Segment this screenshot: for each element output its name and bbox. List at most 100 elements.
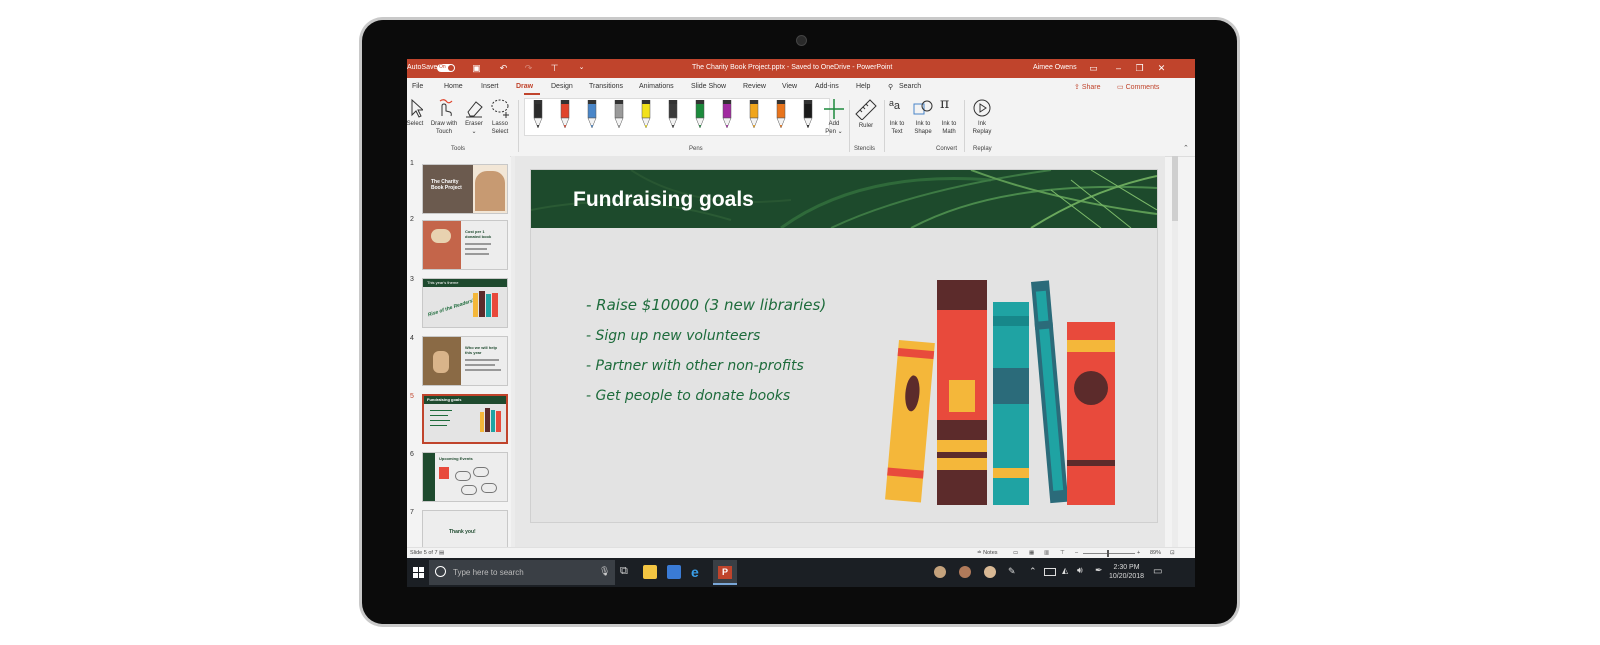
volume-icon[interactable]: 🔊︎	[1077, 565, 1083, 576]
slide-thumbnail-2[interactable]: Cost per 1 donated book	[422, 220, 508, 270]
add-pen-label: Add Pen ⌄	[825, 121, 843, 135]
spelling-icon[interactable]: ▤	[439, 550, 444, 556]
eraser-label: Eraser ⌄	[465, 121, 483, 135]
pen-9[interactable]	[748, 99, 760, 132]
ink-to-text-icon[interactable]: ᵃa	[889, 97, 900, 112]
people-avatar[interactable]	[984, 566, 996, 578]
slide[interactable]: Fundraising goals - Raise $10000 (3 new …	[530, 169, 1158, 523]
lasso-select-icon[interactable]	[490, 98, 512, 118]
share-button[interactable]: ⇪ Share	[1074, 83, 1101, 91]
pen-workspace-icon[interactable]: ✎	[1008, 566, 1016, 577]
undo-icon[interactable]: ↶	[499, 63, 508, 73]
slide-title[interactable]: Fundraising goals	[573, 188, 754, 212]
draw-with-touch-icon[interactable]	[434, 98, 454, 118]
edge-icon[interactable]: e	[691, 565, 705, 579]
pen-1[interactable]	[532, 99, 544, 132]
tab-help[interactable]: Help	[856, 83, 870, 90]
customize-toolbar-icon[interactable]: ⌄	[577, 63, 586, 73]
thumb-number: 1	[410, 160, 414, 167]
taskbar-search-box[interactable]: Type here to search 🎙︎	[429, 560, 615, 585]
slide-thumbnail-1[interactable]: The Charity Book Project	[422, 164, 508, 214]
windows-start-icon[interactable]	[413, 567, 424, 578]
ink-replay-icon[interactable]	[972, 98, 992, 118]
pen-11[interactable]	[802, 99, 814, 132]
ink-to-shape-icon[interactable]	[912, 98, 934, 118]
ink-to-math-icon[interactable]: π	[940, 96, 949, 112]
powerpoint-taskbar-active[interactable]: P	[713, 560, 737, 585]
clock[interactable]: 2:30 PM 10/20/2018	[1109, 563, 1144, 581]
ink-bullet-1[interactable]: - Raise $10000 (3 new libraries)	[586, 296, 826, 314]
tell-me-search[interactable]: Search	[899, 83, 921, 90]
action-center-icon[interactable]: ▭	[1153, 566, 1162, 577]
zoom-slider-thumb[interactable]	[1107, 550, 1109, 557]
tab-review[interactable]: Review	[743, 83, 766, 90]
ink-bullet-4[interactable]: - Get people to donate books	[586, 388, 790, 404]
pen-10[interactable]	[775, 99, 787, 132]
slide-thumbnail-5-active[interactable]: Fundraising goals	[422, 394, 508, 444]
add-pen-icon[interactable]	[824, 99, 844, 119]
tab-home[interactable]: Home	[444, 83, 463, 90]
show-hidden-icons-icon[interactable]: ⌃	[1029, 566, 1037, 577]
slideshow-view-icon[interactable]: ⊤	[1060, 550, 1065, 556]
ribbon-display-icon[interactable]: ▭	[1089, 63, 1098, 73]
pen-8[interactable]	[721, 99, 733, 132]
pen-7[interactable]	[694, 99, 706, 132]
task-view-icon[interactable]: ⧉	[620, 565, 634, 579]
slide-thumbnail-7[interactable]: Thank you!	[422, 510, 508, 548]
windows-taskbar: Type here to search 🎙︎ ⧉ e P ✎ ⌃ ◭ 🔊︎ ✒ …	[407, 558, 1195, 587]
restore-icon[interactable]: ❐	[1135, 63, 1144, 73]
tab-slide-show[interactable]: Slide Show	[691, 83, 726, 90]
tab-add-ins[interactable]: Add-ins	[815, 83, 839, 90]
microphone-icon[interactable]: 🎙︎	[599, 566, 610, 577]
save-icon[interactable]: ▣	[472, 63, 481, 73]
battery-icon[interactable]	[1044, 568, 1056, 576]
minimize-icon[interactable]: –	[1114, 63, 1123, 73]
zoom-slider[interactable]	[1083, 553, 1135, 554]
pen-icon[interactable]: ✒	[1095, 565, 1103, 576]
fit-slide-icon[interactable]: ⊡	[1170, 550, 1175, 556]
tab-design[interactable]: Design	[551, 83, 573, 90]
tab-file[interactable]: File	[412, 83, 423, 90]
pen-3[interactable]	[586, 99, 598, 132]
network-icon[interactable]: ◭	[1062, 566, 1068, 575]
slide-thumbnail-4[interactable]: Who we will help this year	[422, 336, 508, 386]
pen-4[interactable]	[613, 99, 625, 132]
slide-thumbnail-6[interactable]: Upcoming Events	[422, 452, 508, 502]
notes-button[interactable]: ≐ Notes	[977, 550, 998, 556]
search-icon[interactable]: ⚲	[888, 83, 893, 91]
eraser-icon[interactable]	[464, 98, 484, 118]
document-title: The Charity Book Project.pptx - Saved to…	[692, 64, 893, 71]
tab-transitions[interactable]: Transitions	[589, 83, 623, 90]
comments-button[interactable]: ▭ Comments	[1117, 83, 1159, 91]
user-name[interactable]: Aimee Owens	[1033, 64, 1077, 71]
slide-thumbnail-3[interactable]: This year's theme Rise of the Readers!	[422, 278, 508, 328]
reading-view-icon[interactable]: ▥	[1044, 550, 1049, 556]
redo-icon[interactable]: ↷	[524, 63, 533, 73]
pen-5[interactable]	[640, 99, 652, 132]
ink-bullet-2[interactable]: - Sign up new volunteers	[586, 328, 760, 344]
tab-animations[interactable]: Animations	[639, 83, 674, 90]
autosave-toggle[interactable]: On	[437, 64, 455, 72]
people-avatar[interactable]	[934, 566, 946, 578]
people-avatar[interactable]	[959, 566, 971, 578]
tab-view[interactable]: View	[782, 83, 797, 90]
close-icon[interactable]: ✕	[1157, 63, 1166, 73]
slide-scrollbar-thumb[interactable]	[1172, 156, 1178, 221]
zoom-in-icon[interactable]: +	[1137, 550, 1140, 556]
normal-view-icon[interactable]: ▭	[1013, 550, 1018, 556]
ink-bullet-3[interactable]: - Partner with other non-profits	[586, 358, 804, 374]
slide-sorter-icon[interactable]: ▦	[1029, 550, 1034, 556]
pen-6[interactable]	[667, 99, 679, 132]
pen-2[interactable]	[559, 99, 571, 132]
tab-insert[interactable]: Insert	[481, 83, 499, 90]
present-icon[interactable]: ⊤	[550, 63, 559, 73]
active-tab-indicator	[524, 93, 540, 95]
store-icon[interactable]	[667, 565, 681, 579]
tab-draw[interactable]: Draw	[516, 83, 533, 90]
ruler-icon[interactable]	[854, 98, 878, 120]
file-explorer-icon[interactable]	[643, 565, 657, 579]
select-arrow-icon[interactable]	[409, 98, 423, 118]
collapse-ribbon-icon[interactable]: ⌃	[1183, 144, 1189, 152]
zoom-out-icon[interactable]: –	[1075, 550, 1078, 556]
zoom-level[interactable]: 89%	[1150, 550, 1161, 556]
